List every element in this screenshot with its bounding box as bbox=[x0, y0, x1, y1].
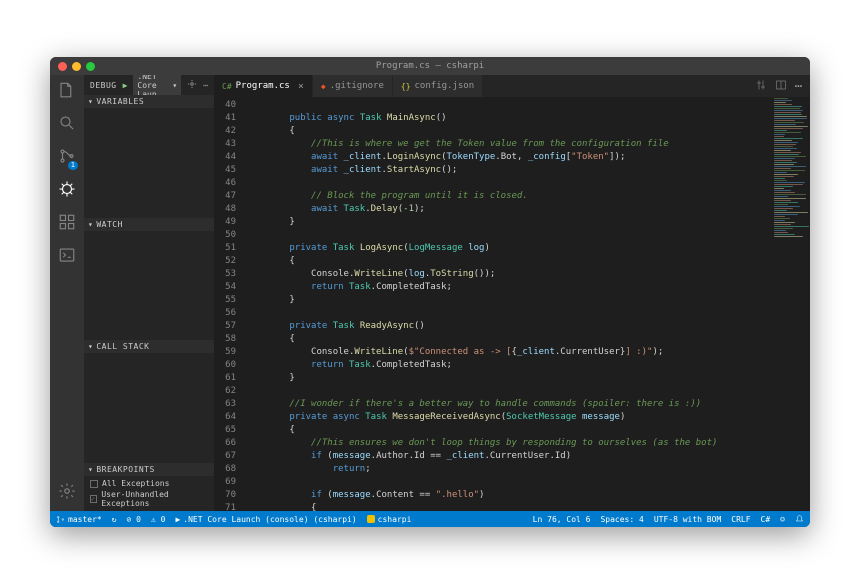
position-text: Ln 76, Col 6 bbox=[533, 515, 591, 524]
split-editor-icon[interactable] bbox=[775, 79, 787, 94]
source-control-icon[interactable]: 1 bbox=[58, 147, 76, 168]
tab-actions: ⋯ bbox=[747, 75, 810, 97]
variables-body bbox=[84, 108, 214, 218]
watch-section-header[interactable]: ▾ WATCH bbox=[84, 218, 214, 231]
line-gutter: 40 41 42 43 44 45 46 47 48 49 50 51 52 5… bbox=[214, 97, 242, 511]
spaces-text: Spaces: 4 bbox=[600, 515, 643, 524]
debug-header: DEBUG ▶ .NET Core Laun… ▾ ⋯ bbox=[84, 75, 214, 95]
variables-section-header[interactable]: ▾ VARIABLES bbox=[84, 95, 214, 108]
minimap[interactable] bbox=[770, 97, 810, 511]
editor-tab[interactable]: C# Program.cs × bbox=[214, 75, 313, 97]
launch-name: .NET Core Launch (console) (csharpi) bbox=[183, 515, 356, 524]
project-status[interactable]: csharpi bbox=[367, 515, 412, 524]
debug-start-icon[interactable]: ▶ bbox=[123, 81, 128, 90]
more-icon[interactable]: ⋯ bbox=[203, 81, 208, 90]
cursor-position[interactable]: Ln 76, Col 6 bbox=[533, 515, 591, 524]
warnings-status[interactable]: ⚠ 0 bbox=[151, 515, 165, 524]
titlebar: Program.cs — csharpi bbox=[50, 57, 810, 75]
tab-label: Program.cs bbox=[236, 81, 290, 91]
editor-tab[interactable]: ◆ .gitignore bbox=[313, 75, 393, 97]
code-content[interactable]: public async Task MainAsync() { //This i… bbox=[242, 97, 810, 511]
callstack-label: CALL STACK bbox=[96, 342, 149, 351]
chevron-down-icon: ▾ bbox=[88, 465, 93, 474]
sidebar-title: DEBUG bbox=[90, 81, 117, 90]
callstack-body bbox=[84, 353, 214, 463]
indent-status[interactable]: Spaces: 4 bbox=[600, 515, 643, 524]
breakpoint-label: User-Unhandled Exceptions bbox=[101, 490, 208, 508]
vscode-window: Program.cs — csharpi 1 bbox=[50, 57, 810, 527]
more-actions-icon[interactable]: ⋯ bbox=[795, 79, 802, 93]
errors-count: ⊘ 0 bbox=[127, 515, 141, 524]
eol-status[interactable]: CRLF bbox=[731, 515, 750, 524]
project-icon bbox=[367, 515, 375, 523]
lang-text: C# bbox=[761, 515, 771, 524]
errors-status[interactable]: ⊘ 0 bbox=[127, 515, 141, 524]
branch-name: master* bbox=[68, 515, 102, 524]
scm-badge: 1 bbox=[68, 161, 78, 170]
activity-bar: 1 bbox=[50, 75, 84, 511]
close-tab-icon[interactable]: × bbox=[298, 81, 304, 92]
explorer-icon[interactable] bbox=[58, 81, 76, 102]
watch-body bbox=[84, 231, 214, 341]
extensions-icon[interactable] bbox=[58, 213, 76, 234]
breakpoints-label: BREAKPOINTS bbox=[96, 465, 154, 474]
notifications-icon[interactable] bbox=[795, 515, 804, 524]
project-name: csharpi bbox=[378, 515, 412, 524]
git-branch-status[interactable]: master* bbox=[56, 515, 102, 524]
encoding-status[interactable]: UTF-8 with BOM bbox=[654, 515, 721, 524]
compare-icon[interactable] bbox=[755, 79, 767, 94]
terminal-icon[interactable] bbox=[58, 246, 76, 267]
breakpoint-item[interactable]: User-Unhandled Exceptions bbox=[84, 489, 214, 509]
language-status[interactable]: C# bbox=[761, 515, 771, 524]
editor-area: C#Program.cs×◆.gitignore{}config.json ⋯ … bbox=[214, 75, 810, 511]
eol-text: CRLF bbox=[731, 515, 750, 524]
file-icon: {} bbox=[401, 82, 411, 91]
search-icon[interactable] bbox=[58, 114, 76, 135]
editor-tabs: C# Program.cs × ◆ .gitignore {} config.json ⋯ bbox=[214, 75, 810, 97]
checkbox[interactable] bbox=[90, 495, 97, 503]
status-bar: master* ↻ ⊘ 0 ⚠ 0 ▶ .NET Core Launch (co… bbox=[50, 511, 810, 527]
window-title: Program.cs — csharpi bbox=[50, 61, 810, 71]
watch-label: WATCH bbox=[96, 220, 123, 229]
smile-icon: ☺ bbox=[780, 515, 785, 524]
file-icon: ◆ bbox=[321, 82, 326, 91]
chevron-down-icon: ▾ bbox=[172, 81, 177, 90]
settings-gear-icon[interactable] bbox=[58, 482, 76, 503]
feedback-icon[interactable]: ☺ bbox=[780, 515, 785, 524]
tab-label: .gitignore bbox=[330, 81, 384, 91]
breakpoint-item[interactable]: All Exceptions bbox=[84, 478, 214, 489]
tab-label: config.json bbox=[415, 81, 475, 91]
debug-icon[interactable] bbox=[58, 180, 76, 201]
chevron-down-icon: ▾ bbox=[88, 342, 93, 351]
encoding-text: UTF-8 with BOM bbox=[654, 515, 721, 524]
chevron-down-icon: ▾ bbox=[88, 220, 93, 229]
breakpoints-body: All Exceptions User-Unhandled Exceptions bbox=[84, 476, 214, 511]
debug-sidebar: DEBUG ▶ .NET Core Laun… ▾ ⋯ ▾ VARIABLES … bbox=[84, 75, 214, 511]
file-icon: C# bbox=[222, 82, 232, 91]
checkbox[interactable] bbox=[90, 480, 98, 488]
chevron-down-icon: ▾ bbox=[88, 97, 93, 106]
code-editor[interactable]: 40 41 42 43 44 45 46 47 48 49 50 51 52 5… bbox=[214, 97, 810, 511]
warnings-count: ⚠ 0 bbox=[151, 515, 165, 524]
debug-settings-icon[interactable] bbox=[187, 79, 197, 91]
breakpoint-label: All Exceptions bbox=[102, 479, 169, 488]
variables-label: VARIABLES bbox=[96, 97, 144, 106]
editor-tab[interactable]: {} config.json bbox=[393, 75, 483, 97]
sync-icon: ↻ bbox=[112, 515, 117, 524]
sync-status[interactable]: ↻ bbox=[112, 515, 117, 524]
callstack-section-header[interactable]: ▾ CALL STACK bbox=[84, 340, 214, 353]
debug-launch-status[interactable]: ▶ .NET Core Launch (console) (csharpi) bbox=[175, 515, 356, 524]
breakpoints-section-header[interactable]: ▾ BREAKPOINTS bbox=[84, 463, 214, 476]
